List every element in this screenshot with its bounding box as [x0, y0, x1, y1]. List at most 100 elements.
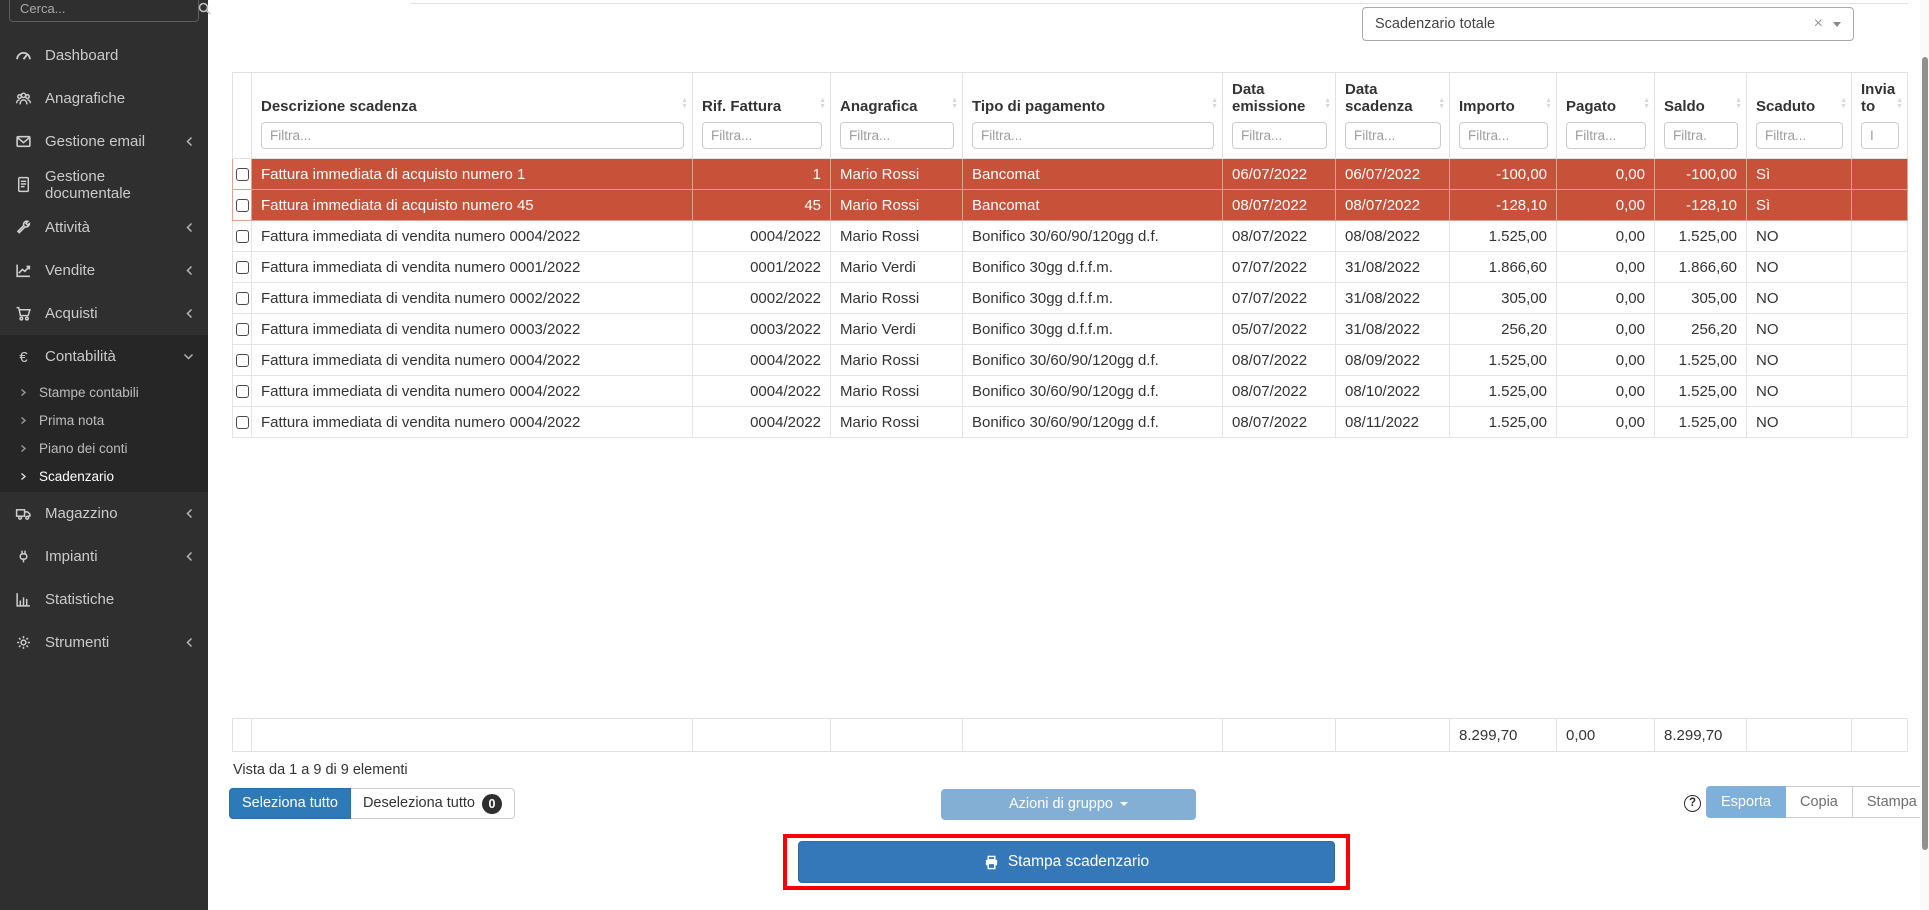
- totals-row: 8.299,70 0,00 8.299,70: [233, 719, 1908, 752]
- column-label: Pagato: [1566, 98, 1646, 115]
- sidebar-item-contabilita[interactable]: € Contabilità: [0, 335, 208, 378]
- clear-icon[interactable]: ×: [1804, 15, 1833, 33]
- print-button[interactable]: Stampa: [1853, 786, 1929, 818]
- sidebar-subitem-prima-nota[interactable]: Prima nota: [0, 406, 208, 434]
- filter-input[interactable]: [1664, 122, 1738, 149]
- deselect-all-button[interactable]: Deseleziona tutto 0: [351, 788, 515, 819]
- column-header-inviato[interactable]: Inviato ▲▼: [1852, 73, 1908, 159]
- search-input[interactable]: [18, 0, 198, 17]
- scrollbar-track[interactable]: [1920, 0, 1929, 910]
- cell-anagrafica: Mario Rossi: [831, 376, 963, 407]
- row-checkbox[interactable]: [236, 385, 249, 398]
- copy-button[interactable]: Copia: [1786, 786, 1853, 818]
- column-header-scaduto[interactable]: Scaduto ▲▼: [1747, 73, 1852, 159]
- filter-input[interactable]: [840, 122, 954, 149]
- cell-desc: Fattura immediata di acquisto numero 45: [252, 190, 693, 221]
- sort-icon[interactable]: ▲▼: [1545, 98, 1552, 110]
- cell-desc: Fattura immediata di vendita numero 0004…: [252, 407, 693, 438]
- sidebar-search: [9, 0, 199, 22]
- sort-icon[interactable]: ▲▼: [681, 98, 688, 110]
- sort-icon[interactable]: ▲▼: [1211, 98, 1218, 110]
- sidebar-item-attivita[interactable]: Attività: [0, 206, 208, 249]
- filter-input[interactable]: [1459, 122, 1548, 149]
- cell-anagrafica: Mario Verdi: [831, 252, 963, 283]
- filter-input[interactable]: [1566, 122, 1646, 149]
- export-button[interactable]: Esporta: [1706, 786, 1786, 818]
- plug-icon: [15, 548, 32, 565]
- group-actions-button[interactable]: Azioni di gruppo: [941, 789, 1196, 820]
- column-header-importo[interactable]: Importo ▲▼: [1450, 73, 1557, 159]
- sidebar-subitem-piano-dei-conti[interactable]: Piano dei conti: [0, 434, 208, 462]
- cell-desc: Fattura immediata di vendita numero 0004…: [252, 221, 693, 252]
- row-checkbox[interactable]: [236, 168, 249, 181]
- sort-icon[interactable]: ▲▼: [951, 98, 958, 110]
- sort-icon[interactable]: ▲▼: [1643, 98, 1650, 110]
- print-schedule-button[interactable]: Stampa scadenzario: [798, 841, 1335, 883]
- sidebar-item-gestione-email[interactable]: Gestione email: [0, 120, 208, 163]
- column-header-tipo-pagamento[interactable]: Tipo di pagamento ▲▼: [963, 73, 1223, 159]
- row-checkbox[interactable]: [236, 416, 249, 429]
- sidebar-item-statistiche[interactable]: Statistiche: [0, 578, 208, 621]
- scrollbar-thumb[interactable]: [1922, 57, 1928, 850]
- column-header-data-scadenza[interactable]: Data scadenza ▲▼: [1336, 73, 1450, 159]
- table-row[interactable]: Fattura immediata di vendita numero 0004…: [233, 376, 1908, 407]
- table-row[interactable]: Fattura immediata di vendita numero 0002…: [233, 283, 1908, 314]
- sort-icon[interactable]: ▲▼: [1896, 98, 1903, 110]
- wrench-icon: [15, 219, 32, 236]
- sidebar-item-anagrafiche[interactable]: Anagrafiche: [0, 77, 208, 120]
- table-row[interactable]: Fattura immediata di vendita numero 0004…: [233, 407, 1908, 438]
- column-header-pagato[interactable]: Pagato ▲▼: [1557, 73, 1655, 159]
- filter-input[interactable]: [1232, 122, 1327, 149]
- sort-icon[interactable]: ▲▼: [1438, 98, 1445, 110]
- row-checkbox[interactable]: [236, 292, 249, 305]
- sidebar-item-magazzino[interactable]: Magazzino: [0, 492, 208, 535]
- filter-input[interactable]: [1861, 122, 1899, 149]
- sidebar-item-acquisti[interactable]: Acquisti: [0, 292, 208, 335]
- sort-icon[interactable]: ▲▼: [1735, 98, 1742, 110]
- column-header-descrizione[interactable]: Descrizione scadenza ▲▼: [252, 73, 693, 159]
- column-header-anagrafica[interactable]: Anagrafica ▲▼: [831, 73, 963, 159]
- table-row[interactable]: Fattura immediata di vendita numero 0004…: [233, 221, 1908, 252]
- sidebar-item-dashboard[interactable]: Dashboard: [0, 34, 208, 77]
- table-row[interactable]: Fattura immediata di acquisto numero 454…: [233, 190, 1908, 221]
- sort-icon[interactable]: ▲▼: [1840, 98, 1847, 110]
- sidebar-subitem-scadenzario[interactable]: Scadenzario: [0, 462, 208, 490]
- filter-input[interactable]: [972, 122, 1214, 149]
- sidebar-item-gestione-documentale[interactable]: Gestione documentale: [0, 163, 208, 206]
- chevron-down-icon: [1833, 22, 1841, 27]
- table-row[interactable]: Fattura immediata di vendita numero 0004…: [233, 345, 1908, 376]
- row-checkbox[interactable]: [236, 261, 249, 274]
- row-checkbox[interactable]: [236, 323, 249, 336]
- help-icon[interactable]: ?: [1684, 795, 1701, 812]
- sidebar-item-vendite[interactable]: Vendite: [0, 249, 208, 292]
- table-row[interactable]: Fattura immediata di acquisto numero 11M…: [233, 159, 1908, 190]
- filter-input[interactable]: [261, 122, 684, 149]
- table-row[interactable]: Fattura immediata di vendita numero 0003…: [233, 314, 1908, 345]
- row-checkbox[interactable]: [236, 199, 249, 212]
- row-checkbox[interactable]: [236, 230, 249, 243]
- sidebar-item-label: Dashboard: [45, 47, 118, 64]
- sidebar-item-strumenti[interactable]: Strumenti: [0, 621, 208, 664]
- filter-input[interactable]: [1756, 122, 1843, 149]
- sort-icon[interactable]: ▲▼: [1324, 98, 1331, 110]
- table-body: Fattura immediata di acquisto numero 11M…: [233, 159, 1908, 438]
- sidebar-item-impianti[interactable]: Impianti: [0, 535, 208, 578]
- chevron-right-icon: [20, 388, 27, 397]
- select-all-button[interactable]: Seleziona tutto: [229, 788, 351, 819]
- column-header-data-emissione[interactable]: Data emissione ▲▼: [1223, 73, 1336, 159]
- cell-scadenza: 31/08/2022: [1336, 252, 1450, 283]
- sort-icon[interactable]: ▲▼: [819, 98, 826, 110]
- filter-input[interactable]: [1345, 122, 1441, 149]
- filter-input[interactable]: [702, 122, 822, 149]
- sidebar-subitem-stampe-contabili[interactable]: Stampe contabili: [0, 378, 208, 406]
- column-header-rif-fattura[interactable]: Rif. Fattura ▲▼: [693, 73, 831, 159]
- row-checkbox[interactable]: [236, 354, 249, 367]
- cell-importo: 1.525,00: [1450, 345, 1557, 376]
- cell-pagato: 0,00: [1557, 283, 1655, 314]
- sidebar-item-label: Acquisti: [45, 305, 98, 322]
- column-label: Tipo di pagamento: [972, 98, 1214, 115]
- report-select[interactable]: Scadenzario totale ×: [1362, 7, 1854, 41]
- table-row[interactable]: Fattura immediata di vendita numero 0001…: [233, 252, 1908, 283]
- column-header-saldo[interactable]: Saldo ▲▼: [1655, 73, 1747, 159]
- search-icon[interactable]: [198, 2, 211, 15]
